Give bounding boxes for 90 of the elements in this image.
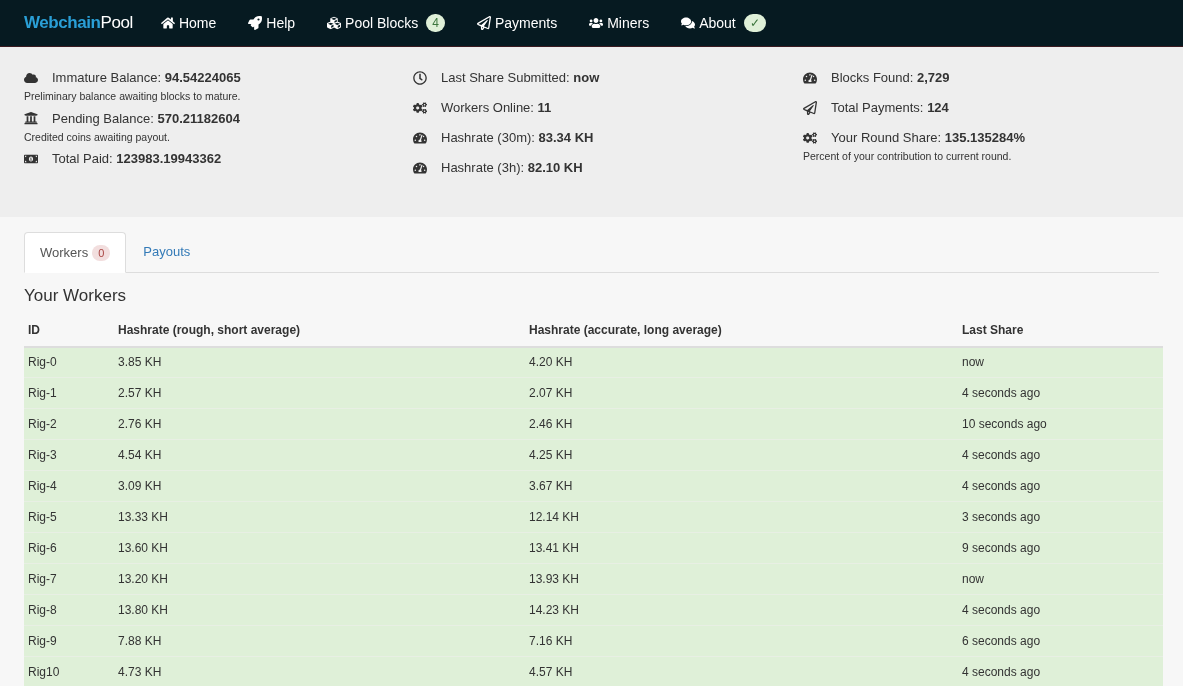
column-header: Hashrate (rough, short average)	[114, 320, 525, 347]
nav-badge: ✓	[743, 14, 766, 32]
table-cell: 4.25 KH	[525, 439, 958, 471]
stat-text: Hashrate (3h): 82.10 KH	[441, 158, 583, 177]
nav-link[interactable]: Pool Blocks 4	[327, 12, 445, 34]
stat-text: Pending Balance: 570.21182604	[52, 109, 240, 128]
users-icon	[589, 16, 604, 30]
table-cell: 9 seconds ago	[958, 532, 1163, 564]
cloud-icon	[24, 70, 38, 85]
table-cell: 4 seconds ago	[958, 594, 1163, 626]
gears-icon	[413, 100, 427, 115]
nav-link[interactable]: Miners	[589, 12, 650, 34]
clock-icon	[413, 70, 427, 85]
table-cell: 4 seconds ago	[958, 377, 1163, 409]
table-cell: 4.73 KH	[114, 656, 525, 686]
table-cell: 12.14 KH	[525, 501, 958, 533]
table-cell: 4 seconds ago	[958, 439, 1163, 471]
table-cell: 6 seconds ago	[958, 625, 1163, 657]
table-cell: 2.07 KH	[525, 377, 958, 409]
nav-link[interactable]: About ✓	[681, 12, 766, 34]
table-cell: 10 seconds ago	[958, 408, 1163, 440]
brand-logo[interactable]: WebchainPool	[24, 10, 133, 36]
cubes-icon	[327, 16, 342, 30]
stat-text: Blocks Found: 2,729	[831, 68, 950, 87]
table-cell: 13.93 KH	[525, 563, 958, 595]
table-cell: 4.57 KH	[525, 656, 958, 686]
table-cell: 2.57 KH	[114, 377, 525, 409]
table-cell: Rig-1	[24, 377, 114, 409]
column-header: Hashrate (accurate, long average)	[525, 320, 958, 347]
chat-bubbles-icon	[681, 16, 696, 30]
gauge-icon	[803, 70, 817, 85]
table-cell: 2.76 KH	[114, 408, 525, 440]
table-cell: Rig-6	[24, 532, 114, 564]
table-cell: 14.23 KH	[525, 594, 958, 626]
stat-note: Percent of your contribution to current round.	[803, 149, 1013, 164]
table-cell: 3.67 KH	[525, 470, 958, 502]
stat-text: Last Share Submitted: now	[441, 68, 600, 87]
nav-link[interactable]: Help	[248, 12, 296, 34]
table-cell: 13.33 KH	[114, 501, 525, 533]
paper-plane-icon	[476, 16, 491, 30]
stat-note: Preliminary balance awaiting blocks to mature.	[24, 89, 242, 104]
gears-icon	[803, 130, 817, 145]
stat-text: Total Payments: 124	[831, 98, 949, 117]
table-cell: Rig-5	[24, 501, 114, 533]
table-cell: Rig10	[24, 656, 114, 686]
nav-link[interactable]: Home	[160, 12, 217, 34]
tab[interactable]: Payouts	[126, 232, 208, 272]
table-cell: 3.09 KH	[114, 470, 525, 502]
table-cell: Rig-4	[24, 470, 114, 502]
bank-icon	[24, 111, 38, 126]
table-cell: 3 seconds ago	[958, 501, 1163, 533]
banknote-icon	[24, 152, 38, 166]
table-cell: 13.80 KH	[114, 594, 525, 626]
table-cell: Rig-9	[24, 625, 114, 657]
table-cell: 13.60 KH	[114, 532, 525, 564]
stat-text: Workers Online: 11	[441, 98, 552, 117]
table-cell: Rig-3	[24, 439, 114, 471]
table-cell: 4 seconds ago	[958, 470, 1163, 502]
tab[interactable]: Workers 0	[24, 232, 127, 273]
table-cell: Rig-0	[24, 346, 114, 378]
table-cell: Rig-8	[24, 594, 114, 626]
paper-plane-icon	[803, 100, 817, 115]
table-cell: 2.46 KH	[525, 408, 958, 440]
table-cell: 4 seconds ago	[958, 656, 1163, 686]
table-cell: Rig-7	[24, 563, 114, 595]
column-header: ID	[24, 320, 114, 347]
nav-link[interactable]: Payments	[476, 12, 558, 34]
table-cell: 4.20 KH	[525, 346, 958, 378]
table-cell: 13.41 KH	[525, 532, 958, 564]
table-cell: Rig-2	[24, 408, 114, 440]
home-icon	[160, 16, 175, 30]
stat-text: Total Paid: 123983.19943362	[52, 150, 222, 169]
gauge-icon	[413, 130, 427, 145]
stat-note: Credited coins awaiting payout.	[24, 129, 171, 145]
table-cell: now	[958, 346, 1163, 378]
gauge-icon	[413, 160, 427, 175]
stat-text: Hashrate (30m): 83.34 KH	[441, 128, 594, 147]
stat-text: Immature Balance: 94.54224065	[52, 68, 241, 87]
table-cell: 7.88 KH	[114, 625, 525, 657]
table-cell: 7.16 KH	[525, 625, 958, 657]
stat-text: Your Round Share: 135.135284%	[831, 128, 1025, 147]
section-title: Your Workers	[24, 285, 128, 307]
rocket-icon	[248, 16, 263, 30]
table-cell: 3.85 KH	[114, 346, 525, 378]
table-cell: 4.54 KH	[114, 439, 525, 471]
table-cell: 13.20 KH	[114, 563, 525, 595]
tab-badge: 0	[92, 244, 111, 261]
table-cell: now	[958, 563, 1163, 595]
column-header: Last Share	[958, 320, 1163, 347]
nav-badge: 4	[426, 14, 445, 32]
